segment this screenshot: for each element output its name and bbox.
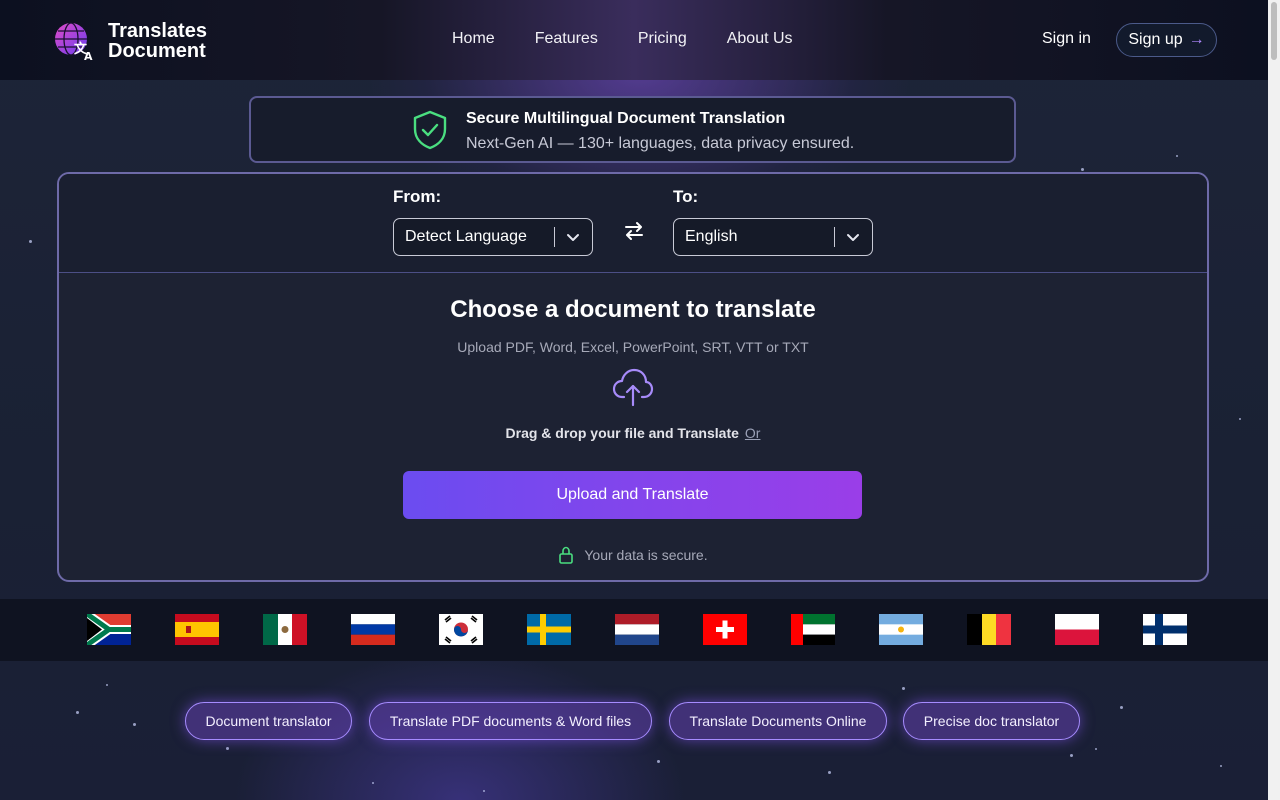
cloud-upload-icon[interactable] [612,367,654,407]
tag-document-translator[interactable]: Document translator [185,702,352,740]
tag-translate-documents-online[interactable]: Translate Documents Online [669,702,887,740]
chevron-down-icon [567,234,579,241]
secure-text: Your data is secure. [584,547,708,563]
uae-flag-icon [791,614,835,645]
sign-in-link[interactable]: Sign in [1042,30,1091,48]
swap-languages-icon[interactable] [623,220,645,242]
logo[interactable]: 文 A Translates Document [52,20,207,62]
or-link[interactable]: Or [745,425,761,441]
nav-pricing[interactable]: Pricing [638,30,687,48]
sweden-flag-icon [527,614,571,645]
lock-icon [559,546,574,564]
nav-home[interactable]: Home [452,30,495,48]
target-language-value: English [685,228,738,245]
main-nav: Home Features Pricing About Us [452,30,793,48]
globe-translate-icon: 文 A [55,22,93,62]
chevron-down-icon [847,234,859,241]
sign-up-button[interactable]: Sign up → [1116,23,1217,57]
argentina-flag-icon [879,614,923,645]
tag-translate-pdf-word[interactable]: Translate PDF documents & Word files [369,702,652,740]
card-divider [59,272,1207,273]
drag-drop-label: Drag & drop your file and Translate [505,425,739,441]
select-separator [554,227,555,247]
nav-about-us[interactable]: About Us [727,30,793,48]
logo-line-2: Document [108,40,206,62]
sign-up-label: Sign up [1128,31,1183,48]
target-language-select[interactable]: English [673,218,873,256]
nav-features[interactable]: Features [535,30,598,48]
flags-strip [0,599,1268,661]
tag-precise-doc-translator[interactable]: Precise doc translator [903,702,1080,740]
logo-text: Translates Document [108,21,207,61]
shield-check-icon [413,110,447,150]
translator-card: From: Detect Language To: English Choose… [57,172,1209,582]
security-banner: Secure Multilingual Document Translation… [249,96,1016,163]
upload-heading: Choose a document to translate [450,296,816,323]
page-scrollbar[interactable] [1268,0,1280,800]
russia-flag-icon [351,614,395,645]
drag-drop-text: Drag & drop your file and Translate Or [59,425,1207,441]
switzerland-flag-icon [703,614,747,645]
poland-flag-icon [1055,614,1099,645]
from-label: From: [393,187,442,206]
finland-flag-icon [1143,614,1187,645]
banner-subtitle: Next-Gen AI — 130+ languages, data priva… [466,135,855,152]
select-separator [834,227,835,247]
netherlands-flag-icon [615,614,659,645]
source-language-value: Detect Language [405,228,527,245]
spain-flag-icon [175,614,219,645]
svg-text:A: A [84,50,93,62]
source-language-select[interactable]: Detect Language [393,218,593,256]
south-africa-flag-icon [87,614,131,645]
to-label: To: [673,187,699,206]
logo-line-1: Translates [108,20,207,42]
south-korea-flag-icon [439,614,483,645]
scrollbar-thumb[interactable] [1271,2,1277,60]
mexico-flag-icon [263,614,307,645]
upload-and-translate-button[interactable]: Upload and Translate [403,471,862,519]
belgium-flag-icon [967,614,1011,645]
secure-note: Your data is secure. [59,546,1207,564]
top-navbar: 文 A Translates Document Home Features Pr… [0,0,1268,80]
supported-formats: Upload PDF, Word, Excel, PowerPoint, SRT… [457,339,809,355]
banner-title: Secure Multilingual Document Translation [466,110,786,127]
arrow-right-icon: → [1188,31,1205,48]
